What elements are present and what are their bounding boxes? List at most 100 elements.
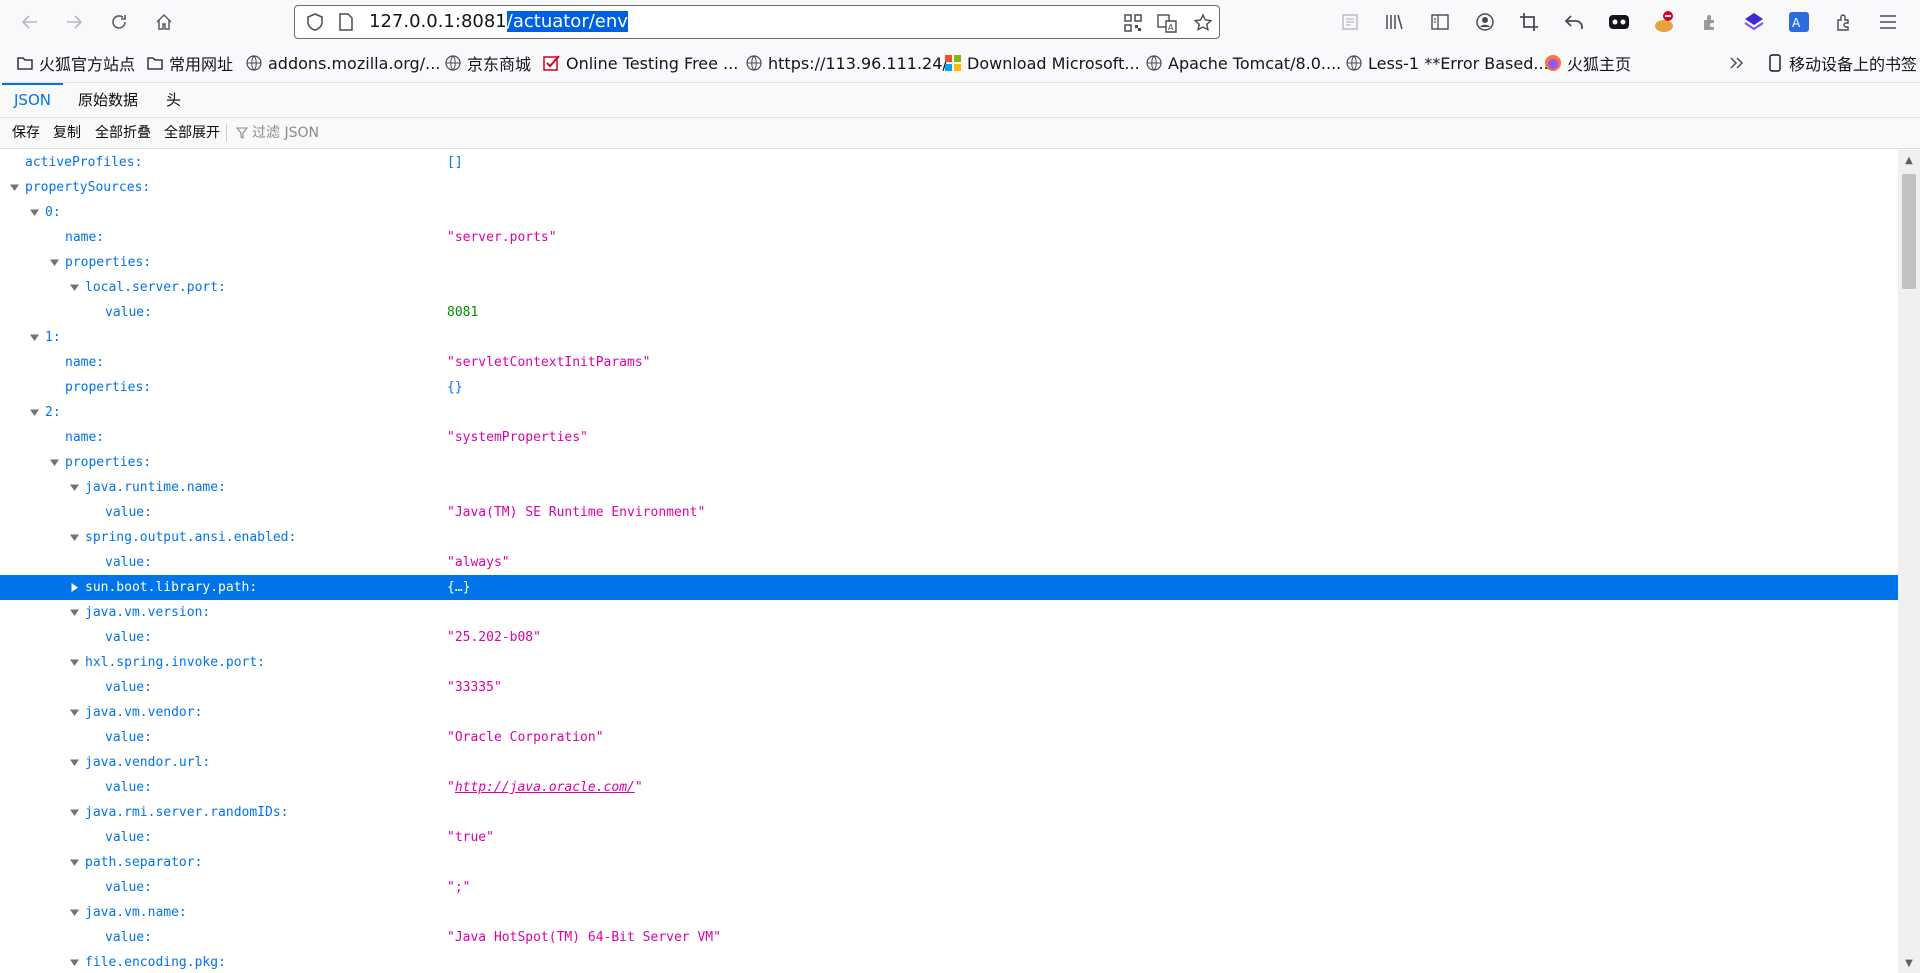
json-tree-row[interactable]: value: "always" <box>0 550 1898 575</box>
bookmark-item[interactable]: Less-1 **Error Based... <box>1345 52 1549 74</box>
json-tree-row[interactable]: name: "server.ports" <box>0 225 1898 250</box>
shield-icon[interactable] <box>305 12 325 36</box>
filter-json-input[interactable]: 过滤 JSON <box>236 118 319 148</box>
expand-triangle-down-icon[interactable] <box>48 450 60 475</box>
bookmark-item[interactable]: 火狐官方站点 <box>16 52 135 74</box>
json-tree-row[interactable]: local.server.port: <box>0 275 1898 300</box>
library-icon[interactable] <box>1380 8 1408 36</box>
extensions-icon[interactable] <box>1830 8 1858 36</box>
bookmark-item[interactable]: 火狐主页 <box>1544 52 1631 74</box>
json-tree-row[interactable]: java.runtime.name: <box>0 475 1898 500</box>
url-text[interactable]: 127.0.0.1:8081/actuator/env <box>369 11 628 32</box>
bookmark-item[interactable]: addons.mozilla.org/... <box>245 52 440 74</box>
json-tree-row[interactable]: properties: {} <box>0 375 1898 400</box>
star-icon[interactable] <box>1191 11 1215 35</box>
url-bar[interactable]: 127.0.0.1:8081/actuator/env A <box>294 5 1220 39</box>
json-tree-row[interactable]: name: "systemProperties" <box>0 425 1898 450</box>
json-tree-row[interactable]: java.vm.version: <box>0 600 1898 625</box>
json-tree-row[interactable]: spring.output.ansi.enabled: <box>0 525 1898 550</box>
json-tree-row[interactable]: 0: <box>0 200 1898 225</box>
json-tree-row[interactable]: properties: <box>0 250 1898 275</box>
json-tree-row[interactable]: java.vm.name: <box>0 900 1898 925</box>
json-tree-row[interactable]: path.separator: <box>0 850 1898 875</box>
collapse-all-button[interactable]: 全部折叠 <box>95 118 151 148</box>
scroll-up-arrow-icon[interactable]: ▲ <box>1903 154 1915 166</box>
expand-triangle-down-icon[interactable] <box>68 275 80 300</box>
screenshot-icon[interactable] <box>1515 8 1543 36</box>
expand-triangle-down-icon[interactable] <box>28 400 40 425</box>
json-tree-row[interactable]: value: "Java HotSpot(TM) 64-Bit Server VM… <box>0 925 1898 950</box>
private-mask-icon[interactable] <box>1605 8 1633 36</box>
json-tree-row[interactable]: properties: <box>0 450 1898 475</box>
json-tree-row[interactable]: value: ";" <box>0 875 1898 900</box>
scroll-down-arrow-icon[interactable]: ▼ <box>1903 957 1915 969</box>
json-tree-row[interactable]: value: "33335" <box>0 675 1898 700</box>
account-icon[interactable] <box>1471 8 1499 36</box>
expand-triangle-down-icon[interactable] <box>68 475 80 500</box>
bookmark-item[interactable]: 常用网址 <box>146 52 233 74</box>
json-tree-row[interactable]: value: "25.202-b08" <box>0 625 1898 650</box>
json-tree-row[interactable]: java.rmi.server.randomIDs: <box>0 800 1898 825</box>
save-button[interactable]: 保存 <box>12 118 40 148</box>
tab-headers[interactable]: 头 <box>154 83 193 117</box>
expand-triangle-down-icon[interactable] <box>68 800 80 825</box>
tab-json[interactable]: JSON <box>2 83 63 117</box>
expand-triangle-down-icon[interactable] <box>68 700 80 725</box>
json-tree-row[interactable]: value: "Oracle Corporation" <box>0 725 1898 750</box>
extension-layers-icon[interactable] <box>1740 8 1768 36</box>
reload-button[interactable] <box>105 8 133 36</box>
sidebar-icon[interactable] <box>1426 8 1454 36</box>
expand-triangle-down-icon[interactable] <box>68 525 80 550</box>
expand-triangle-down-icon[interactable] <box>28 200 40 225</box>
mobile-bookmarks[interactable]: 移动设备上的书签 <box>1766 52 1917 74</box>
scrollbar-thumb[interactable] <box>1902 174 1916 289</box>
expand-triangle-down-icon[interactable] <box>68 850 80 875</box>
translate-icon[interactable]: A <box>1155 11 1179 35</box>
menu-icon[interactable] <box>1874 8 1902 36</box>
json-tree-row[interactable]: value: "true" <box>0 825 1898 850</box>
expand-triangle-down-icon[interactable] <box>48 250 60 275</box>
bookmark-item[interactable]: 京东商城 <box>444 52 531 74</box>
extension-badge-icon[interactable] <box>1650 8 1678 36</box>
json-tree-row[interactable]: value: 8081 <box>0 300 1898 325</box>
json-tree-row[interactable]: 2: <box>0 400 1898 425</box>
expand-triangle-down-icon[interactable] <box>28 325 40 350</box>
expand-triangle-down-icon[interactable] <box>8 175 20 200</box>
qr-code-icon[interactable] <box>1121 11 1145 35</box>
copy-button[interactable]: 复制 <box>53 118 81 148</box>
vertical-scrollbar[interactable]: ▲ ▼ <box>1898 150 1920 973</box>
json-tree-row[interactable]: propertySources: <box>0 175 1898 200</box>
bookmarks-overflow-button[interactable] <box>1728 52 1751 74</box>
json-tree-row[interactable]: file.encoding.pkg: <box>0 950 1898 973</box>
bookmark-item[interactable]: Apache Tomcat/8.0.... <box>1145 52 1341 74</box>
json-value-link[interactable]: http://java.oracle.com/ <box>455 780 635 795</box>
extension-puzzle-gray-icon[interactable] <box>1696 8 1724 36</box>
expand-triangle-down-icon[interactable] <box>68 950 80 973</box>
tab-raw-data[interactable]: 原始数据 <box>66 83 150 117</box>
json-tree-row[interactable]: sun.boot.library.path: {…} <box>0 575 1898 600</box>
json-tree-row[interactable]: hxl.spring.invoke.port: <box>0 650 1898 675</box>
expand-triangle-down-icon[interactable] <box>68 750 80 775</box>
back-button[interactable] <box>16 8 44 36</box>
undo-close-tab-icon[interactable] <box>1560 8 1588 36</box>
expand-triangle-down-icon[interactable] <box>68 650 80 675</box>
json-tree-row[interactable]: value: "Java(TM) SE Runtime Environment" <box>0 500 1898 525</box>
json-tree-row[interactable]: name: "servletContextInitParams" <box>0 350 1898 375</box>
json-tree-row[interactable]: 1: <box>0 325 1898 350</box>
json-tree-row[interactable]: java.vendor.url: <box>0 750 1898 775</box>
expand-all-button[interactable]: 全部展开 <box>164 118 220 148</box>
bookmark-item[interactable]: Online Testing Free ... <box>543 52 738 74</box>
bookmark-item[interactable]: https://113.96.111.24/ <box>745 52 948 74</box>
bookmark-item[interactable]: Download Microsoft... <box>944 52 1140 74</box>
json-tree-row[interactable]: java.vm.vendor: <box>0 700 1898 725</box>
json-tree-row[interactable]: value: "http://java.oracle.com/" <box>0 775 1898 800</box>
forward-button[interactable] <box>60 8 88 36</box>
expand-triangle-down-icon[interactable] <box>68 900 80 925</box>
json-tree-row[interactable]: activeProfiles: [] <box>0 150 1898 175</box>
expand-triangle-right-icon[interactable] <box>68 575 80 600</box>
translate-extension-icon[interactable]: A <box>1785 8 1813 36</box>
reader-view-icon[interactable] <box>1336 8 1364 36</box>
expand-triangle-down-icon[interactable] <box>68 600 80 625</box>
home-button[interactable] <box>150 8 178 36</box>
page-info-icon[interactable] <box>337 12 355 36</box>
